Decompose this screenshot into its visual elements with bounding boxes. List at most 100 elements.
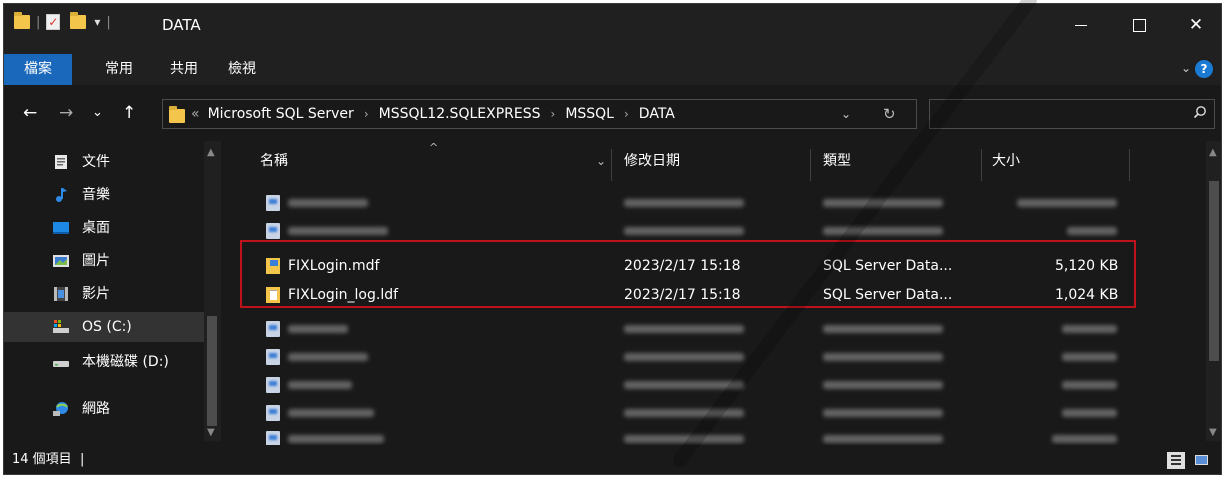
search-icon bbox=[1193, 106, 1206, 119]
drive-d-icon bbox=[53, 361, 69, 367]
scrollbar-thumb[interactable] bbox=[207, 316, 217, 426]
address-folder-icon bbox=[169, 106, 185, 123]
nav-pane-scrollbar[interactable]: ▲ ▼ bbox=[204, 141, 221, 441]
refresh-icon[interactable]: ↻ bbox=[883, 100, 896, 128]
navigation-pane: 文件 音樂 桌面 圖片 影片 OS (C:) 本機磁碟 (D:) 網路 ▲ ▼ bbox=[4, 141, 222, 441]
column-header-type[interactable]: 類型 bbox=[823, 141, 851, 181]
scroll-up-arrow-icon[interactable]: ▲ bbox=[207, 147, 215, 158]
column-header-name[interactable]: 名稱 bbox=[260, 141, 288, 181]
item-count: 14 個項目 | bbox=[12, 445, 84, 474]
nav-item-videos[interactable]: 影片 bbox=[4, 279, 204, 309]
breadcrumb-item[interactable]: Microsoft SQL Server bbox=[208, 100, 354, 128]
close-button[interactable]: ✕ bbox=[1176, 12, 1216, 38]
column-header-modified[interactable]: 修改日期 bbox=[624, 141, 680, 181]
help-icon[interactable]: ? bbox=[1195, 60, 1213, 78]
file-icon bbox=[266, 405, 280, 421]
nav-item-documents[interactable]: 文件 bbox=[4, 147, 204, 177]
nav-item-pictures[interactable]: 圖片 bbox=[4, 246, 204, 276]
breadcrumb-separator[interactable]: › bbox=[624, 100, 629, 128]
breadcrumb: « Microsoft SQL Server › MSSQL12.SQLEXPR… bbox=[191, 100, 675, 128]
nav-item-label: OS (C:) bbox=[82, 319, 132, 335]
tab-home[interactable]: 常用 bbox=[105, 54, 133, 85]
documents-icon bbox=[55, 155, 67, 169]
minimize-icon bbox=[1075, 25, 1087, 26]
qa-separator: | bbox=[36, 14, 41, 30]
column-divider[interactable] bbox=[611, 149, 612, 181]
qa-separator: | bbox=[106, 14, 111, 30]
network-icon bbox=[53, 402, 68, 416]
nav-item-network[interactable]: 網路 bbox=[4, 394, 204, 424]
tab-share[interactable]: 共用 bbox=[170, 54, 198, 85]
breadcrumb-item-current[interactable]: DATA bbox=[639, 100, 675, 128]
maximize-button[interactable] bbox=[1119, 12, 1159, 38]
breadcrumb-separator[interactable]: › bbox=[364, 100, 369, 128]
scroll-up-arrow-icon[interactable]: ▲ bbox=[1209, 147, 1217, 158]
back-button[interactable]: ← bbox=[23, 103, 37, 123]
title-bar: | ✓ ▾ | DATA ✕ bbox=[4, 4, 1221, 54]
file-icon bbox=[266, 377, 280, 393]
new-folder-icon[interactable] bbox=[70, 12, 87, 29]
folder-icon bbox=[14, 12, 30, 29]
breadcrumb-separator[interactable]: › bbox=[551, 100, 556, 128]
nav-item-drive-d[interactable]: 本機磁碟 (D:) bbox=[4, 347, 204, 377]
file-list-scrollbar[interactable]: ▲ ▼ bbox=[1206, 141, 1221, 441]
column-divider[interactable] bbox=[1129, 149, 1130, 181]
details-view-icon[interactable] bbox=[1167, 452, 1185, 469]
nav-item-label: 本機磁碟 (D:) bbox=[82, 354, 169, 370]
nav-item-label: 桌面 bbox=[82, 220, 110, 236]
scroll-down-arrow-icon[interactable]: ▼ bbox=[207, 427, 215, 438]
nav-item-label: 網路 bbox=[82, 401, 110, 417]
status-bar: 14 個項目 | bbox=[4, 445, 1221, 474]
list-item[interactable] bbox=[222, 315, 1203, 343]
file-explorer-window: | ✓ ▾ | DATA ✕ 檔案 常用 共用 檢視 ⌄ ? ← → ⌄ ↑ «… bbox=[3, 3, 1222, 475]
scroll-down-arrow-icon[interactable]: ▼ bbox=[1209, 427, 1217, 438]
nav-item-label: 圖片 bbox=[82, 253, 110, 269]
maximize-icon bbox=[1132, 19, 1146, 32]
properties-icon[interactable]: ✓ bbox=[46, 14, 61, 30]
search-box[interactable] bbox=[929, 99, 1215, 129]
navigation-bar: ← → ⌄ ↑ « Microsoft SQL Server › MSSQL12… bbox=[4, 85, 1221, 141]
breadcrumb-item[interactable]: MSSQL12.SQLEXPRESS bbox=[379, 100, 541, 128]
list-item[interactable] bbox=[222, 399, 1203, 427]
nav-item-drive-c[interactable]: OS (C:) bbox=[4, 312, 204, 342]
column-divider[interactable] bbox=[981, 149, 982, 181]
pictures-icon bbox=[53, 255, 69, 267]
recent-locations-button[interactable]: ⌄ bbox=[92, 105, 103, 120]
minimize-button[interactable] bbox=[1061, 12, 1101, 38]
drive-c-icon bbox=[53, 320, 69, 333]
nav-item-label: 影片 bbox=[82, 286, 110, 302]
item-count-text: 14 個項目 bbox=[12, 452, 72, 467]
sort-ascending-icon: ^ bbox=[429, 141, 439, 154]
forward-button[interactable]: → bbox=[59, 103, 73, 123]
large-icons-view-icon[interactable] bbox=[1193, 452, 1211, 469]
ribbon: 檔案 常用 共用 檢視 ⌄ ? bbox=[4, 54, 1221, 85]
breadcrumb-item[interactable]: MSSQL bbox=[565, 100, 614, 128]
column-divider[interactable] bbox=[810, 149, 811, 181]
videos-icon bbox=[54, 287, 68, 301]
scrollbar-thumb[interactable] bbox=[1209, 181, 1219, 361]
file-icon bbox=[266, 321, 280, 337]
column-header-size[interactable]: 大小 bbox=[992, 141, 1020, 181]
expand-ribbon-chevron-icon[interactable]: ⌄ bbox=[1181, 61, 1191, 75]
up-button[interactable]: ↑ bbox=[122, 103, 136, 123]
customize-qa-dropdown[interactable]: ▾ bbox=[94, 15, 100, 29]
column-dropdown-icon[interactable]: ⌄ bbox=[596, 141, 606, 181]
quick-access-toolbar: | ✓ ▾ | bbox=[14, 12, 111, 30]
nav-item-music[interactable]: 音樂 bbox=[4, 180, 204, 210]
address-dropdown-icon[interactable]: ⌄ bbox=[841, 100, 851, 128]
list-item[interactable] bbox=[222, 371, 1203, 399]
list-item[interactable] bbox=[222, 189, 1203, 217]
file-icon bbox=[266, 195, 280, 211]
list-item[interactable] bbox=[222, 343, 1203, 371]
file-icon bbox=[266, 223, 280, 239]
nav-item-label: 文件 bbox=[82, 154, 110, 170]
window-title: DATA bbox=[162, 16, 201, 34]
tab-file[interactable]: 檔案 bbox=[4, 54, 72, 85]
nav-item-label: 音樂 bbox=[82, 187, 110, 203]
address-bar[interactable]: « Microsoft SQL Server › MSSQL12.SQLEXPR… bbox=[162, 99, 917, 129]
tab-view[interactable]: 檢視 bbox=[228, 54, 256, 85]
nav-item-desktop[interactable]: 桌面 bbox=[4, 213, 204, 243]
highlight-box bbox=[240, 240, 1136, 308]
breadcrumb-overflow[interactable]: « bbox=[191, 100, 200, 128]
music-icon bbox=[56, 188, 67, 202]
